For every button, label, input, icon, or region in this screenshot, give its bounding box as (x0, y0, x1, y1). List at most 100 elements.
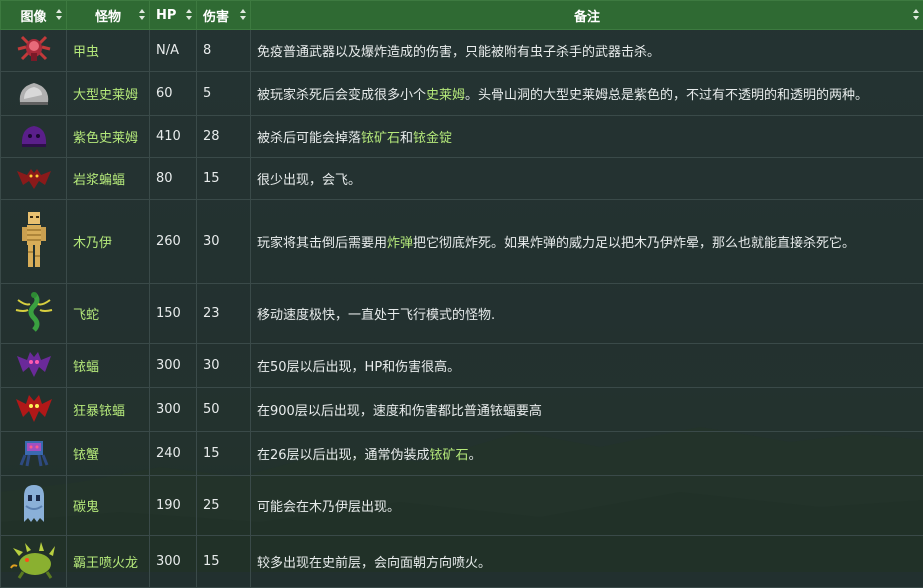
note-text: 被杀后可能会掉落 (257, 131, 361, 146)
monster-name-link[interactable]: 铱蝠 (67, 344, 150, 388)
monster-name-link[interactable]: 大型史莱姆 (67, 72, 150, 116)
cell-damage: 28 (197, 116, 251, 158)
cell-image (1, 284, 67, 344)
sort-icon[interactable] (56, 9, 62, 20)
mummy-icon[interactable] (21, 210, 47, 274)
col-header-notes[interactable]: 备注 (251, 1, 923, 30)
monster-name-link[interactable]: 木乃伊 (67, 200, 150, 284)
cell-damage: 8 (197, 30, 251, 72)
note-link[interactable]: 史莱姆 (426, 88, 465, 103)
note-text: 。头骨山洞的大型史莱姆总是紫色的，不过有不透明的和透明的两种。 (465, 88, 868, 103)
cell-hp: 150 (150, 284, 197, 344)
monster-name-link[interactable]: 岩浆蝙蝠 (67, 158, 150, 200)
carbon-ghost-icon[interactable] (20, 482, 48, 530)
pepper-rex-icon[interactable] (9, 540, 59, 584)
cell-hp: 80 (150, 158, 197, 200)
cell-note: 被杀后可能会掉落铱矿石和铱金锭 (251, 116, 923, 158)
note-link[interactable]: 炸弹 (387, 236, 413, 251)
cell-note: 玩家将其击倒后需要用炸弹把它彻底炸死。如果炸弹的威力足以把木乃伊炸晕，那么也就能… (251, 200, 923, 284)
note-text: 免疫普通武器以及爆炸造成的伤害，只能被附有虫子杀手的武器击杀。 (257, 45, 660, 60)
note-text: 可能会在木乃伊层出现。 (257, 500, 400, 515)
iridium-bat-icon[interactable] (15, 348, 53, 384)
note-text: 和 (400, 131, 413, 146)
cell-damage: 15 (197, 432, 251, 476)
cell-image (1, 344, 67, 388)
note-link[interactable]: 铱矿石 (361, 131, 400, 146)
cell-damage: 23 (197, 284, 251, 344)
note-text: 在50层以后出现，HP和伤害很高。 (257, 360, 460, 375)
monster-name-link[interactable]: 铱蟹 (67, 432, 150, 476)
cell-note: 在26层以后出现，通常伪装成铱矿石。 (251, 432, 923, 476)
table-row: 狂暴铱蝠30050 在900层以后出现，速度和伤害都比普通铱蝠要高 (1, 388, 923, 432)
note-text: 被玩家杀死后会变成很多小个 (257, 88, 426, 103)
iridium-crab-icon[interactable] (17, 435, 51, 473)
cell-damage: 15 (197, 158, 251, 200)
cell-hp: 240 (150, 432, 197, 476)
table-row: 紫色史莱姆41028被杀后可能会掉落铱矿石和铱金锭 (1, 116, 923, 158)
table-row: 岩浆蝙蝠8015 很少出现，会飞。 (1, 158, 923, 200)
monster-name-link[interactable]: 飞蛇 (67, 284, 150, 344)
cell-note: 免疫普通武器以及爆炸造成的伤害，只能被附有虫子杀手的武器击杀。 (251, 30, 923, 72)
cell-hp: 300 (150, 388, 197, 432)
col-header-image[interactable]: 图像 (1, 1, 67, 30)
cell-image (1, 30, 67, 72)
cell-image (1, 432, 67, 476)
serpent-icon[interactable] (14, 290, 54, 338)
note-text: 在26层以后出现，通常伪装成 (257, 448, 430, 463)
table-row: 碳鬼19025 可能会在木乃伊层出现。 (1, 476, 923, 536)
note-link[interactable]: 铱金锭 (413, 131, 452, 146)
cell-note: 移动速度极快，一直处于飞行模式的怪物. (251, 284, 923, 344)
col-header-damage[interactable]: 伤害 (197, 1, 251, 30)
cell-hp: 190 (150, 476, 197, 536)
cell-note: 在900层以后出现，速度和伤害都比普通铱蝠要高 (251, 388, 923, 432)
cell-hp: 300 (150, 536, 197, 588)
cell-damage: 15 (197, 536, 251, 588)
monster-name-link[interactable]: 霸王喷火龙 (67, 536, 150, 588)
cell-image (1, 72, 67, 116)
col-header-hp[interactable]: HP (150, 1, 197, 30)
note-text: 把它彻底炸死。如果炸弹的威力足以把木乃伊炸晕，那么也就能直接杀死它。 (413, 236, 855, 251)
beetle-icon[interactable] (14, 33, 54, 69)
cell-note: 可能会在木乃伊层出现。 (251, 476, 923, 536)
note-text: 。 (469, 448, 482, 463)
monster-name-link[interactable]: 狂暴铱蝠 (67, 388, 150, 432)
table-row: 大型史莱姆605被玩家杀死后会变成很多小个史莱姆。头骨山洞的大型史莱姆总是紫色的… (1, 72, 923, 116)
sort-icon[interactable] (913, 9, 919, 20)
note-text: 在900层以后出现，速度和伤害都比普通铱蝠要高 (257, 404, 542, 419)
cell-image (1, 200, 67, 284)
monster-name-link[interactable]: 碳鬼 (67, 476, 150, 536)
monster-name-link[interactable]: 紫色史莱姆 (67, 116, 150, 158)
sort-icon[interactable] (186, 9, 192, 20)
cell-hp: 300 (150, 344, 197, 388)
note-text: 很少出现，会飞。 (257, 173, 361, 188)
lava-bat-icon[interactable] (15, 163, 53, 195)
col-header-monster[interactable]: 怪物 (67, 1, 150, 30)
note-link[interactable]: 铱矿石 (430, 448, 469, 463)
table-row: 甲虫N/A8 免疫普通武器以及爆炸造成的伤害，只能被附有虫子杀手的武器击杀。 (1, 30, 923, 72)
cell-image (1, 388, 67, 432)
monster-table: 图像 怪物 HP 伤害 备注 甲虫N/A8 免疫普通武器以及爆炸造成的伤害，只能被… (0, 0, 923, 588)
big-slime-icon[interactable] (16, 77, 52, 111)
cell-hp: N/A (150, 30, 197, 72)
cell-damage: 50 (197, 388, 251, 432)
table-row: 霸王喷火龙30015较多出现在史前层，会向面朝方向喷火。 (1, 536, 923, 588)
table-header-row: 图像 怪物 HP 伤害 备注 (1, 1, 923, 30)
note-text: 玩家将其击倒后需要用 (257, 236, 387, 251)
sort-icon[interactable] (139, 9, 145, 20)
cell-image (1, 476, 67, 536)
monster-name-link[interactable]: 甲虫 (67, 30, 150, 72)
haunted-bat-icon[interactable] (14, 391, 54, 429)
cell-damage: 5 (197, 72, 251, 116)
cell-damage: 25 (197, 476, 251, 536)
cell-damage: 30 (197, 344, 251, 388)
cell-hp: 410 (150, 116, 197, 158)
cell-damage: 30 (197, 200, 251, 284)
cell-hp: 260 (150, 200, 197, 284)
cell-image (1, 158, 67, 200)
sort-icon[interactable] (240, 9, 246, 20)
table-row: 铱蟹24015在26层以后出现，通常伪装成铱矿石。 (1, 432, 923, 476)
cell-image (1, 536, 67, 588)
purple-slime-icon[interactable] (19, 122, 49, 152)
table-row: 木乃伊26030玩家将其击倒后需要用炸弹把它彻底炸死。如果炸弹的威力足以把木乃伊… (1, 200, 923, 284)
note-text: 移动速度极快，一直处于飞行模式的怪物. (257, 308, 495, 323)
